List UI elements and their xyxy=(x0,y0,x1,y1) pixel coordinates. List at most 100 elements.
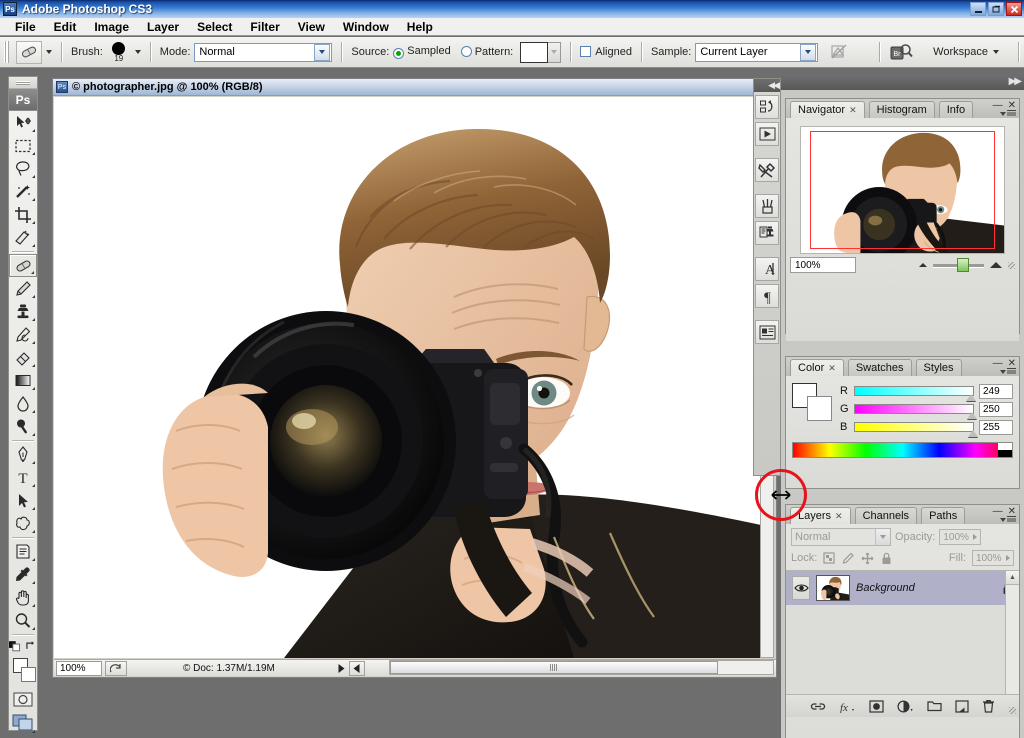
lock-all-icon[interactable] xyxy=(881,552,892,565)
table-row[interactable]: Background xyxy=(786,571,1019,605)
black-white-swatch[interactable] xyxy=(998,443,1012,457)
default-colors-and-swap[interactable] xyxy=(9,637,37,655)
healing-brush-icon[interactable] xyxy=(16,40,42,64)
opacity-input[interactable]: 100% xyxy=(939,529,982,545)
scroll-up-arrow-icon[interactable]: ▲ xyxy=(1006,571,1019,585)
background-color-swatch[interactable] xyxy=(21,667,36,682)
blur-tool[interactable] xyxy=(9,392,37,415)
layer-comps-icon[interactable] xyxy=(755,320,779,344)
slice-tool[interactable] xyxy=(9,226,37,249)
tool-preset-dropdown-arrow[interactable] xyxy=(46,50,52,54)
brush-tool[interactable] xyxy=(9,277,37,300)
zoom-tool[interactable] xyxy=(9,609,37,632)
slider-thumb[interactable] xyxy=(968,430,979,437)
options-bar-grip[interactable] xyxy=(4,41,9,63)
clone-stamp-tool[interactable] xyxy=(9,300,37,323)
menu-image[interactable]: Image xyxy=(85,18,138,36)
new-layer-icon[interactable] xyxy=(955,699,969,713)
canvas-horizontal-scrollbar[interactable] xyxy=(389,660,774,675)
status-next-arrow-icon[interactable] xyxy=(337,663,346,674)
pen-tool[interactable] xyxy=(9,443,37,466)
eyedropper-tool[interactable] xyxy=(9,563,37,586)
blue-slider[interactable] xyxy=(854,422,979,437)
slider-thumb[interactable] xyxy=(967,412,978,419)
background-color-swatch[interactable] xyxy=(807,396,832,421)
crop-tool[interactable] xyxy=(9,203,37,226)
layer-style-icon[interactable]: fx xyxy=(839,700,856,713)
screen-mode-button[interactable] xyxy=(9,709,37,735)
lock-position-icon[interactable] xyxy=(861,552,874,565)
zoom-in-icon[interactable] xyxy=(990,262,1002,268)
magic-wand-tool[interactable] xyxy=(9,180,37,203)
document-title-bar[interactable]: Ps © photographer.jpg @ 100% (RGB/8) xyxy=(53,79,776,96)
move-tool[interactable] xyxy=(9,111,37,134)
slider-thumb[interactable] xyxy=(957,257,970,272)
blend-mode-select[interactable]: Normal xyxy=(791,528,891,546)
standard-mode-icon[interactable] xyxy=(9,689,37,709)
brushes-icon[interactable] xyxy=(755,194,779,218)
path-selection-tool[interactable] xyxy=(9,489,37,512)
healing-brush-tool[interactable] xyxy=(9,254,37,277)
brush-preview[interactable]: 19 xyxy=(107,41,131,63)
red-value-input[interactable]: 249 xyxy=(979,383,1013,399)
eraser-tool[interactable] xyxy=(9,346,37,369)
color-swatches[interactable] xyxy=(9,655,37,689)
menu-file[interactable]: File xyxy=(6,18,45,36)
panel-resize-grip[interactable] xyxy=(1008,261,1015,269)
character-icon[interactable]: A xyxy=(755,257,779,281)
close-icon[interactable]: ✕ xyxy=(828,363,836,374)
green-value-input[interactable]: 250 xyxy=(979,401,1013,417)
delete-layer-icon[interactable] xyxy=(982,699,995,713)
clone-source-icon[interactable] xyxy=(755,221,779,245)
navigator-view-box[interactable] xyxy=(810,131,995,249)
toolbox-grip[interactable] xyxy=(9,77,37,89)
navigator-zoom-slider[interactable] xyxy=(933,257,984,272)
close-button[interactable] xyxy=(1006,2,1022,16)
aligned-checkbox[interactable]: Aligned xyxy=(580,46,632,58)
menu-help[interactable]: Help xyxy=(398,18,442,36)
workspace-button[interactable]: Workspace xyxy=(933,46,999,58)
status-prev-arrow-icon[interactable] xyxy=(348,660,365,676)
brush-dropdown-arrow[interactable] xyxy=(134,50,141,54)
close-icon[interactable]: ✕ xyxy=(849,105,857,116)
history-icon[interactable] xyxy=(755,95,779,119)
tool-presets-icon[interactable] xyxy=(755,158,779,182)
menu-window[interactable]: Window xyxy=(334,18,398,36)
expand-panels-icon[interactable]: ▶▶ xyxy=(1009,76,1022,87)
history-brush-tool[interactable] xyxy=(9,323,37,346)
panel-resize-grip[interactable] xyxy=(1009,707,1016,714)
type-tool[interactable]: T xyxy=(9,466,37,489)
navigator-zoom-input[interactable]: 100% xyxy=(790,257,856,273)
notes-tool[interactable] xyxy=(9,540,37,563)
panel-menu-button[interactable] xyxy=(1000,110,1016,117)
layer-mask-icon[interactable] xyxy=(869,699,884,713)
panel-menu-button[interactable] xyxy=(1000,368,1016,375)
menu-filter[interactable]: Filter xyxy=(241,18,288,36)
menu-select[interactable]: Select xyxy=(188,18,241,36)
quick-mask-toggle[interactable] xyxy=(9,689,37,709)
blue-value-input[interactable]: 255 xyxy=(979,419,1013,435)
tab-color[interactable]: Color ✕ xyxy=(790,359,844,376)
red-slider[interactable] xyxy=(854,386,976,401)
layer-list-scrollbar[interactable]: ▲ xyxy=(1005,571,1019,695)
minimize-button[interactable] xyxy=(970,2,986,16)
tab-navigator[interactable]: Navigator ✕ xyxy=(790,101,865,118)
layer-thumbnail[interactable] xyxy=(816,575,850,601)
link-layers-icon[interactable] xyxy=(810,701,826,712)
status-preview-button[interactable] xyxy=(105,660,127,676)
slider-thumb[interactable] xyxy=(965,394,976,401)
pattern-swatch-picker[interactable] xyxy=(520,41,562,63)
scrollbar-thumb[interactable] xyxy=(390,661,718,674)
lock-transparent-icon[interactable] xyxy=(823,552,835,564)
source-sampled-radio[interactable]: Sampled xyxy=(393,45,451,59)
paragraph-icon[interactable]: ¶ xyxy=(755,284,779,308)
shape-tool[interactable] xyxy=(9,512,37,535)
tab-channels[interactable]: Channels xyxy=(854,507,918,524)
canvas[interactable] xyxy=(54,97,761,658)
hand-tool[interactable] xyxy=(9,586,37,609)
menu-view[interactable]: View xyxy=(289,18,334,36)
tab-info[interactable]: Info xyxy=(938,101,974,118)
actions-icon[interactable] xyxy=(755,122,779,146)
zoom-out-icon[interactable] xyxy=(919,263,927,267)
green-slider[interactable] xyxy=(854,404,978,419)
